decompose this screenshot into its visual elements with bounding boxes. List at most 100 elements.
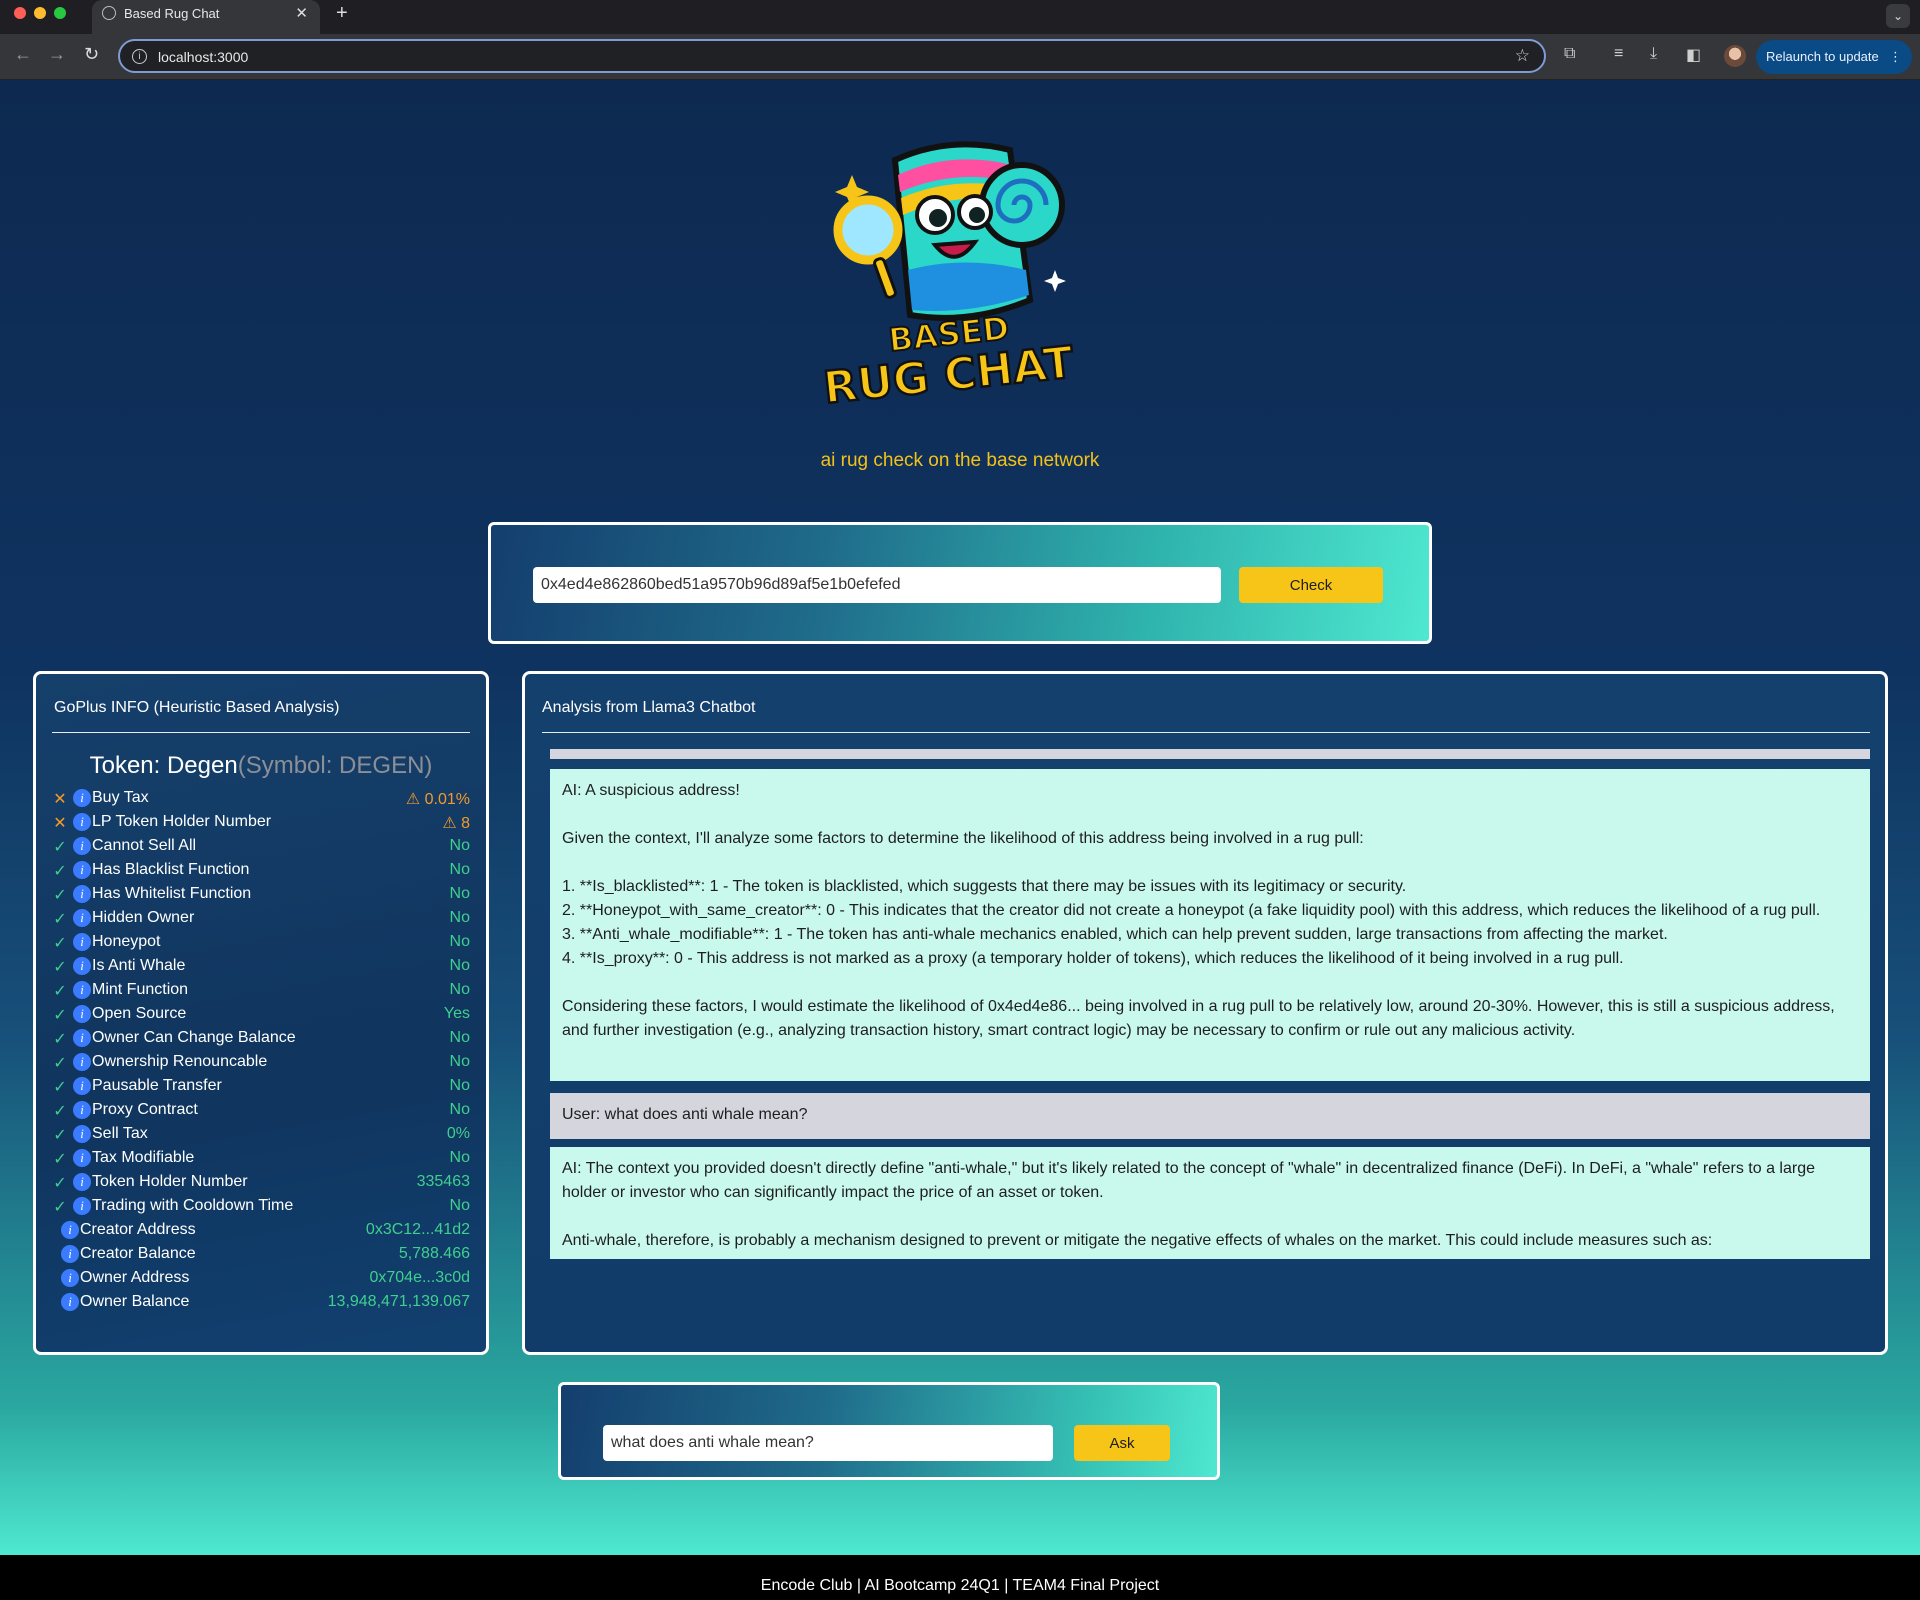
- row-label: Pausable Transfer: [92, 1077, 222, 1094]
- row-value: Yes: [443, 1005, 470, 1022]
- info-icon[interactable]: i: [73, 1197, 91, 1215]
- info-icon[interactable]: i: [73, 1101, 91, 1119]
- row-value: 0x704e...3c0d: [369, 1269, 470, 1286]
- token-symbol: (Symbol: DEGEN): [237, 752, 433, 779]
- token-address-input[interactable]: [533, 567, 1221, 603]
- row-value: No: [449, 837, 470, 854]
- maximize-window-button[interactable]: [54, 7, 66, 19]
- relaunch-button[interactable]: Relaunch to update ⋮: [1756, 40, 1912, 74]
- more-menu-icon[interactable]: ⋮: [1889, 40, 1902, 74]
- profile-avatar[interactable]: [1724, 45, 1746, 67]
- partial-message: [550, 749, 1870, 759]
- token-name: Token: Degen: [89, 752, 238, 779]
- row-value: No: [449, 1053, 470, 1070]
- chatbot-panel: Analysis from Llama3 Chatbot AI: A suspi…: [522, 671, 1888, 1355]
- reload-icon[interactable]: ↻: [84, 44, 99, 65]
- info-icon[interactable]: i: [73, 933, 91, 951]
- back-arrow-icon[interactable]: ←: [14, 44, 32, 65]
- reading-list-icon[interactable]: ≡: [1614, 45, 1623, 63]
- row-label: Owner Address: [80, 1269, 190, 1286]
- goplus-row: ✓ i Trading with Cooldown Time No: [52, 1195, 470, 1219]
- check-icon: ✓: [53, 1055, 67, 1072]
- info-icon[interactable]: i: [73, 1125, 91, 1143]
- info-icon[interactable]: i: [73, 1005, 91, 1023]
- bookmark-star-icon[interactable]: ☆: [1515, 46, 1530, 66]
- url-text[interactable]: localhost:3000: [158, 49, 248, 65]
- info-icon[interactable]: i: [73, 789, 91, 807]
- check-icon: ✓: [53, 1079, 67, 1096]
- extensions-icon[interactable]: ⧉: [1564, 45, 1575, 63]
- chatbot-divider: [542, 732, 1870, 733]
- check-icon: ✓: [53, 911, 67, 928]
- footer: Encode Club | AI Bootcamp 24Q1 | TEAM4 F…: [0, 1555, 1920, 1600]
- tab-title: Based Rug Chat: [124, 6, 220, 21]
- info-icon[interactable]: i: [73, 1149, 91, 1167]
- row-label: Hidden Owner: [92, 909, 195, 926]
- info-icon[interactable]: i: [73, 1173, 91, 1191]
- goplus-row: i Owner Balance 13,948,471,139.067: [52, 1291, 470, 1315]
- browser-tab[interactable]: Based Rug Chat ✕: [92, 0, 320, 34]
- info-icon[interactable]: i: [61, 1245, 79, 1263]
- rug-mascot-icon: BASED RUG CHAT: [820, 141, 1077, 415]
- info-icon[interactable]: i: [61, 1221, 79, 1239]
- check-icon: ✓: [53, 1175, 67, 1192]
- goplus-row: i Creator Balance 5,788.466: [52, 1243, 470, 1267]
- goplus-rows: ✕ i Buy Tax ⚠ 0.01% ✕ i LP Token Holder Number…: [52, 787, 470, 1315]
- chat-message-ai: AI: A suspicious address! Given the cont…: [550, 769, 1870, 1081]
- browser-tab-bar: Based Rug Chat ✕ + ⌄: [0, 0, 1920, 34]
- address-bar[interactable]: i localhost:3000 ☆: [118, 39, 1546, 73]
- info-icon[interactable]: i: [73, 957, 91, 975]
- goplus-row: ✓ i Sell Tax 0%: [52, 1123, 470, 1147]
- row-value: No: [449, 1077, 470, 1094]
- check-icon: ✓: [53, 983, 67, 1000]
- ask-button[interactable]: Ask: [1074, 1425, 1170, 1461]
- chatbot-title: Analysis from Llama3 Chatbot: [542, 699, 756, 716]
- info-icon[interactable]: i: [73, 1053, 91, 1071]
- site-info-icon[interactable]: i: [132, 49, 147, 64]
- info-icon[interactable]: i: [73, 885, 91, 903]
- row-value: No: [449, 1197, 470, 1214]
- close-tab-icon[interactable]: ✕: [295, 4, 308, 22]
- forward-arrow-icon[interactable]: →: [48, 44, 66, 65]
- new-tab-button[interactable]: +: [336, 2, 348, 25]
- tab-search-button[interactable]: ⌄: [1886, 4, 1910, 28]
- download-icon[interactable]: ⤓: [1650, 45, 1657, 63]
- check-icon: ✓: [53, 1007, 67, 1024]
- info-icon[interactable]: i: [73, 909, 91, 927]
- question-input[interactable]: [603, 1425, 1053, 1461]
- row-label: Is Anti Whale: [92, 957, 186, 974]
- info-icon[interactable]: i: [73, 861, 91, 879]
- row-label: LP Token Holder Number: [92, 813, 272, 830]
- goplus-row: ✕ i Buy Tax ⚠ 0.01%: [52, 787, 470, 811]
- goplus-info-panel: GoPlus INFO (Heuristic Based Analysis) T…: [33, 671, 489, 1355]
- goplus-title: GoPlus INFO (Heuristic Based Analysis): [54, 699, 340, 716]
- goplus-row: ✓ i Mint Function No: [52, 979, 470, 1003]
- info-icon[interactable]: i: [61, 1293, 79, 1311]
- row-label: Open Source: [92, 1005, 187, 1022]
- chat-scroll-area[interactable]: AI: A suspicious address! Given the cont…: [550, 749, 1870, 1259]
- row-label: Owner Balance: [80, 1293, 190, 1310]
- goplus-row: ✓ i Token Holder Number 335463: [52, 1171, 470, 1195]
- tagline: ai rug check on the base network: [820, 450, 1100, 471]
- close-window-button[interactable]: [14, 7, 26, 19]
- info-icon[interactable]: i: [73, 981, 91, 999]
- info-icon[interactable]: i: [73, 1077, 91, 1095]
- info-icon[interactable]: i: [73, 1029, 91, 1047]
- goplus-row: ✓ i Open Source Yes: [52, 1003, 470, 1027]
- info-icon[interactable]: i: [73, 813, 91, 831]
- address-check-panel: Check: [488, 522, 1432, 644]
- row-value: No: [449, 933, 470, 950]
- row-label: Owner Can Change Balance: [92, 1029, 296, 1046]
- side-panel-icon[interactable]: ◧: [1686, 45, 1701, 65]
- check-button[interactable]: Check: [1239, 567, 1383, 603]
- globe-icon: [102, 6, 116, 20]
- goplus-divider: [52, 732, 470, 733]
- info-icon[interactable]: i: [61, 1269, 79, 1287]
- row-value: ⚠ 8: [442, 815, 470, 832]
- minimize-window-button[interactable]: [34, 7, 46, 19]
- goplus-row: ✓ i Ownership Renouncable No: [52, 1051, 470, 1075]
- row-label: Sell Tax: [92, 1125, 148, 1142]
- check-icon: ✓: [53, 1151, 67, 1168]
- info-icon[interactable]: i: [73, 837, 91, 855]
- row-label: Mint Function: [92, 981, 189, 998]
